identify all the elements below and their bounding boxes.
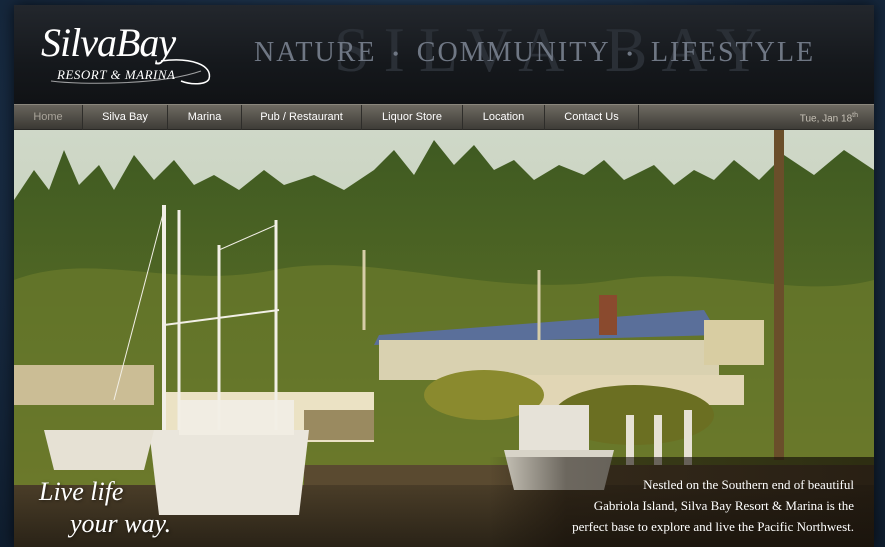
nav-marina[interactable]: Marina xyxy=(168,105,242,130)
site-logo[interactable]: SilvaBay RESORT & MARINA xyxy=(41,19,216,91)
hero-banner: Live life your way. Nestled on the South… xyxy=(14,130,874,547)
hero-slogan-line2: your way. xyxy=(70,509,172,538)
tagline-word-2: COMMUNITY xyxy=(416,37,611,68)
date-suffix: th xyxy=(852,112,858,119)
hero-caption: Nestled on the Southern end of beautiful… xyxy=(504,474,854,537)
nav-home[interactable]: Home xyxy=(14,105,83,130)
site-frame: SILVA BAY SilvaBay RESORT & MARINA NATUR… xyxy=(14,5,874,547)
site-header: SILVA BAY SilvaBay RESORT & MARINA NATUR… xyxy=(14,5,874,104)
header-tagline: NATURE • COMMUNITY • LIFESTYLE xyxy=(254,37,854,77)
nav-silva-bay[interactable]: Silva Bay xyxy=(83,105,168,130)
main-nav: Home Silva Bay Marina Pub / Restaurant L… xyxy=(14,104,874,130)
tagline-word-1: NATURE xyxy=(254,37,377,68)
date-text: Tue, Jan 18 xyxy=(799,113,853,125)
nav-date: Tue, Jan 18th xyxy=(800,105,858,130)
caption-line-3: perfect base to explore and live the Pac… xyxy=(572,519,854,534)
tagline-separator-2: • xyxy=(626,44,635,65)
nav-liquor-store[interactable]: Liquor Store xyxy=(362,105,463,130)
caption-line-1: Nestled on the Southern end of beautiful xyxy=(643,477,854,492)
nav-contact-us[interactable]: Contact Us xyxy=(545,105,639,130)
hero-slogan-line1: Live life xyxy=(39,477,124,506)
nav-pub-restaurant[interactable]: Pub / Restaurant xyxy=(242,105,362,130)
tagline-separator-1: • xyxy=(392,44,401,65)
nav-location[interactable]: Location xyxy=(463,105,545,130)
tagline-word-3: LIFESTYLE xyxy=(650,37,816,68)
hero-caption-box: Nestled on the Southern end of beautiful… xyxy=(489,457,874,547)
caption-line-2: Gabriola Island, Silva Bay Resort & Mari… xyxy=(593,498,854,513)
logo-subtitle: RESORT & MARINA xyxy=(57,67,176,82)
